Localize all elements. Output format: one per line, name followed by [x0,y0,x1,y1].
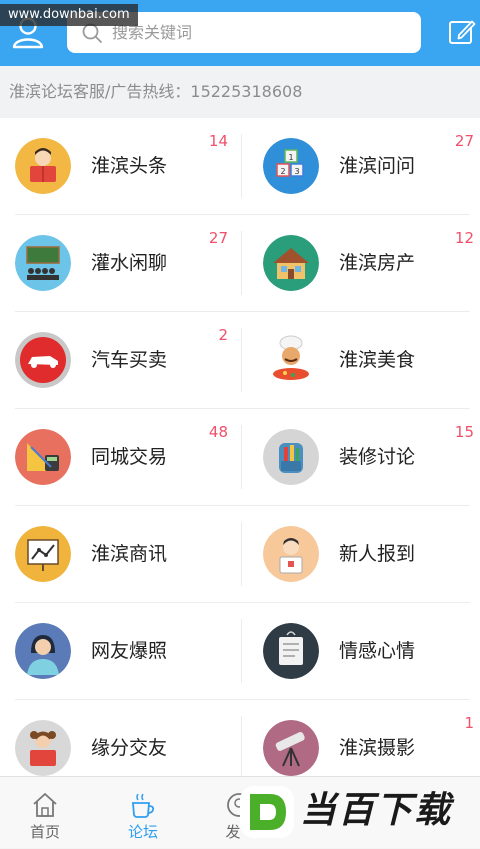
hotline-text: 淮滨论坛客服/广告热线：15225318608 [9,82,303,101]
reading-child-icon [15,138,71,194]
forum-name: 淮滨美食 [339,349,416,371]
site-logo-watermark: 当百下载 [236,782,480,842]
watermark-text: www.downbai.com [0,4,138,26]
woman-avatar-icon [15,623,71,679]
forum-name: 情感心情 [339,640,416,662]
forum-name: 灌水闲聊 [91,252,168,274]
forum-name: 缘分交友 [91,737,168,759]
number-blocks-icon: 1 2 3 [263,138,319,194]
forum-item-housing[interactable]: 淮滨房产 12 [240,215,480,312]
forum-item-huaibin-qa[interactable]: 1 2 3 淮滨问问 27 [240,118,480,215]
forum-name: 淮滨商讯 [91,543,168,565]
car-icon [15,332,71,388]
forum-name: 网友爆照 [91,640,168,662]
forum-item-chat[interactable]: 灌水闲聊 27 [0,215,240,312]
forum-item-cars[interactable]: 汽车买卖 2 [0,312,240,409]
telescope-icon [263,720,319,776]
forum-count: 27 [454,132,474,150]
svg-text:2: 2 [280,167,285,176]
tools-icon [15,429,71,485]
forum-name: 新人报到 [339,543,416,565]
tab-forum[interactable]: 论坛 [98,777,188,849]
newcomer-icon [263,526,319,582]
coffee-cup-icon [132,793,155,818]
forum-item-photos-of-users[interactable]: 网友爆照 [0,603,240,700]
forum-count: 27 [208,229,228,247]
compose-icon[interactable] [448,18,476,46]
svg-text:1: 1 [288,153,293,162]
forum-name: 淮滨问问 [339,155,416,177]
svg-text:3: 3 [294,167,299,176]
hotline-banner: 淮滨论坛客服/广告热线：15225318608 [0,66,480,118]
forum-count: 2 [218,326,228,344]
forum-item-newcomers[interactable]: 新人报到 [240,506,480,603]
forum-name: 淮滨摄影 [339,737,416,759]
forum-item-decoration[interactable]: 装修讨论 15 [240,409,480,506]
girl-reading-icon [15,720,71,776]
forum-count: 48 [208,423,228,441]
forum-name: 淮滨房产 [339,252,416,274]
forum-count: 14 [208,132,228,150]
forum-item-dating[interactable]: 缘分交友 [0,700,240,776]
forum-item-trade[interactable]: 同城交易 48 [0,409,240,506]
logo-text: 当百下载 [300,790,453,831]
chart-board-icon [15,526,71,582]
d-logo-icon [240,786,294,838]
forum-name: 装修讨论 [339,446,416,468]
forum-item-photography[interactable]: 淮滨摄影 1 [240,700,480,776]
forum-count: 15 [454,423,474,441]
tab-home[interactable]: 首页 [0,777,90,849]
house-icon [263,235,319,291]
forum-grid: 淮滨头条 14 1 2 3 淮滨问问 27 灌水闲聊 27 淮滨房产 12 汽车… [0,118,480,776]
backpack-icon [263,429,319,485]
forum-name: 淮滨头条 [91,155,168,177]
forum-count: 1 [464,714,474,732]
home-icon [33,793,57,817]
forum-name: 同城交易 [91,446,168,468]
notebook-icon [263,623,319,679]
forum-name: 汽车买卖 [91,349,168,371]
classroom-icon [15,235,71,291]
forum-item-food[interactable]: 淮滨美食 [240,312,480,409]
forum-item-business[interactable]: 淮滨商讯 [0,506,240,603]
forum-item-huaibin-headlines[interactable]: 淮滨头条 14 [0,118,240,215]
forum-count: 12 [454,229,474,247]
forum-item-emotions[interactable]: 情感心情 [240,603,480,700]
chef-icon [263,332,319,388]
